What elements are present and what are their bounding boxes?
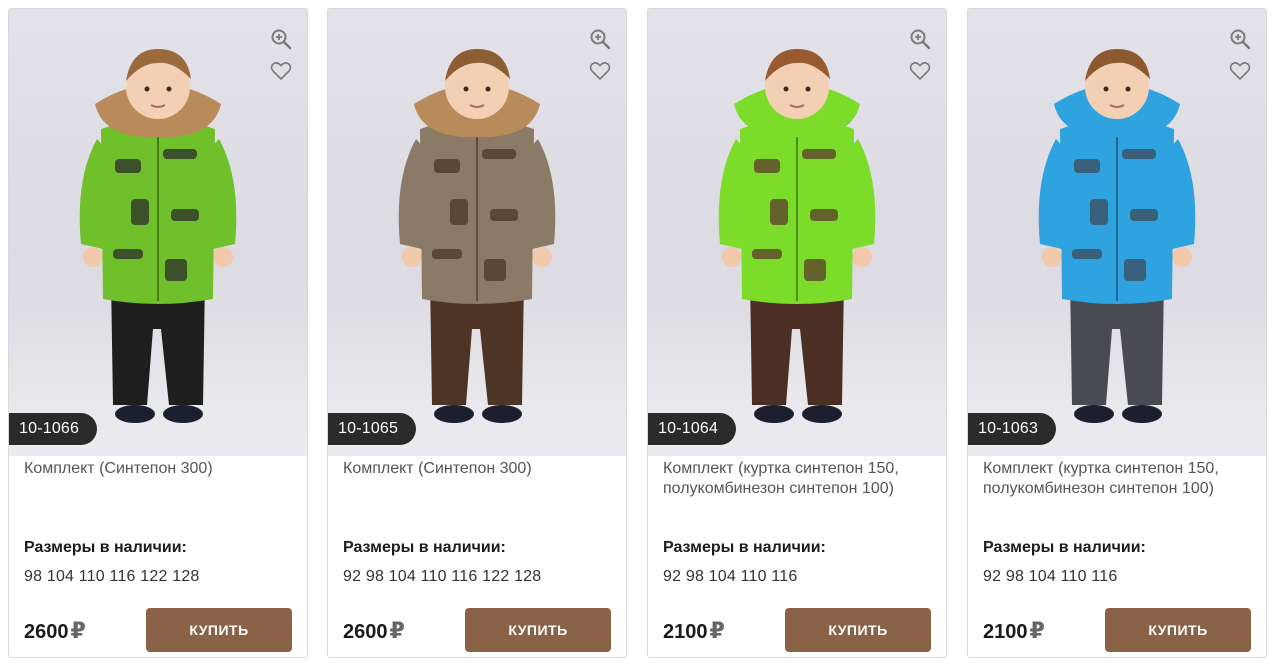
ruble-currency-icon: ₽ <box>1029 618 1045 643</box>
eye-right <box>485 86 491 92</box>
hand-left <box>402 247 422 267</box>
zoom-in-icon[interactable] <box>908 27 932 51</box>
price: 2600 ₽ <box>24 618 86 644</box>
heart-icon[interactable] <box>588 59 612 83</box>
eye-left <box>783 86 789 92</box>
child-in-winter-suit-image <box>398 49 556 423</box>
zoom-in-icon[interactable] <box>1228 27 1252 51</box>
product-card[interactable]: 10-1063 Комплект (куртка синтепон 150, п… <box>967 8 1267 658</box>
zoom-in-icon[interactable] <box>588 27 612 51</box>
eye-right <box>805 86 811 92</box>
product-photo[interactable]: 10-1063 <box>968 9 1266 456</box>
hand-right <box>213 247 233 267</box>
boot-right <box>482 405 522 423</box>
eye-right <box>166 86 172 92</box>
product-title[interactable]: Комплект (Синтепон 300) <box>343 459 614 479</box>
sizes-label: Размеры в наличии: <box>343 539 506 556</box>
price: 2600 ₽ <box>343 618 405 644</box>
sku-badge: 10-1064 <box>648 413 737 445</box>
buy-button[interactable]: КУПИТЬ <box>785 608 931 652</box>
ruble-currency-icon: ₽ <box>70 618 86 643</box>
sizes-list: 92 98 104 110 116 <box>983 568 1118 585</box>
child-in-winter-suit-image <box>79 49 237 423</box>
sku-badge: 10-1066 <box>9 413 98 445</box>
boot-left <box>1074 405 1114 423</box>
zoom-in-icon[interactable] <box>269 27 293 51</box>
hand-left <box>1042 247 1062 267</box>
product-title[interactable]: Комплект (Синтепон 300) <box>24 459 295 479</box>
price-value: 2600 <box>24 621 69 643</box>
boot-left <box>434 405 474 423</box>
product-photo[interactable]: 10-1065 <box>328 9 626 456</box>
product-title[interactable]: Комплект (куртка синтепон 150, полукомби… <box>983 459 1254 499</box>
hand-left <box>722 247 742 267</box>
price-value: 2600 <box>343 621 388 643</box>
price: 2100 ₽ <box>983 618 1045 644</box>
price-value: 2100 <box>983 621 1028 643</box>
price-value: 2100 <box>663 621 708 643</box>
heart-icon[interactable] <box>908 59 932 83</box>
product-photo[interactable]: 10-1064 <box>648 9 946 456</box>
buy-button[interactable]: КУПИТЬ <box>1105 608 1251 652</box>
hand-right <box>532 247 552 267</box>
eye-left <box>144 86 150 92</box>
ruble-currency-icon: ₽ <box>709 618 725 643</box>
child-in-winter-suit-image <box>718 49 876 423</box>
sizes-list: 92 98 104 110 116 <box>663 568 798 585</box>
product-card[interactable]: 10-1065 Комплект (Синтепон 300) Размеры … <box>327 8 627 658</box>
sizes-label: Размеры в наличии: <box>24 539 187 556</box>
boot-right <box>1122 405 1162 423</box>
product-title[interactable]: Комплект (куртка синтепон 150, полукомби… <box>663 459 934 499</box>
hand-right <box>852 247 872 267</box>
child-in-winter-suit-image <box>1038 49 1196 423</box>
product-photo[interactable]: 10-1066 <box>9 9 307 456</box>
product-card[interactable]: 10-1066 Комплект (Синтепон 300) Размеры … <box>8 8 308 658</box>
hand-right <box>1172 247 1192 267</box>
sizes-label: Размеры в наличии: <box>983 539 1146 556</box>
sku-badge: 10-1065 <box>328 413 417 445</box>
heart-icon[interactable] <box>269 59 293 83</box>
heart-icon[interactable] <box>1228 59 1252 83</box>
boot-right <box>802 405 842 423</box>
sku-badge: 10-1063 <box>968 413 1057 445</box>
buy-button[interactable]: КУПИТЬ <box>465 608 611 652</box>
sizes-list: 92 98 104 110 116 122 128 <box>343 568 542 585</box>
product-card[interactable]: 10-1064 Комплект (куртка синтепон 150, п… <box>647 8 947 658</box>
price: 2100 ₽ <box>663 618 725 644</box>
boot-left <box>754 405 794 423</box>
eye-right <box>1125 86 1131 92</box>
buy-button[interactable]: КУПИТЬ <box>146 608 292 652</box>
eye-left <box>463 86 469 92</box>
boot-right <box>163 405 203 423</box>
boot-left <box>115 405 155 423</box>
eye-left <box>1103 86 1109 92</box>
sizes-list: 98 104 110 116 122 128 <box>24 568 200 585</box>
ruble-currency-icon: ₽ <box>389 618 405 643</box>
sizes-label: Размеры в наличии: <box>663 539 826 556</box>
hand-left <box>83 247 103 267</box>
product-grid: 10-1066 Комплект (Синтепон 300) Размеры … <box>0 0 1280 666</box>
